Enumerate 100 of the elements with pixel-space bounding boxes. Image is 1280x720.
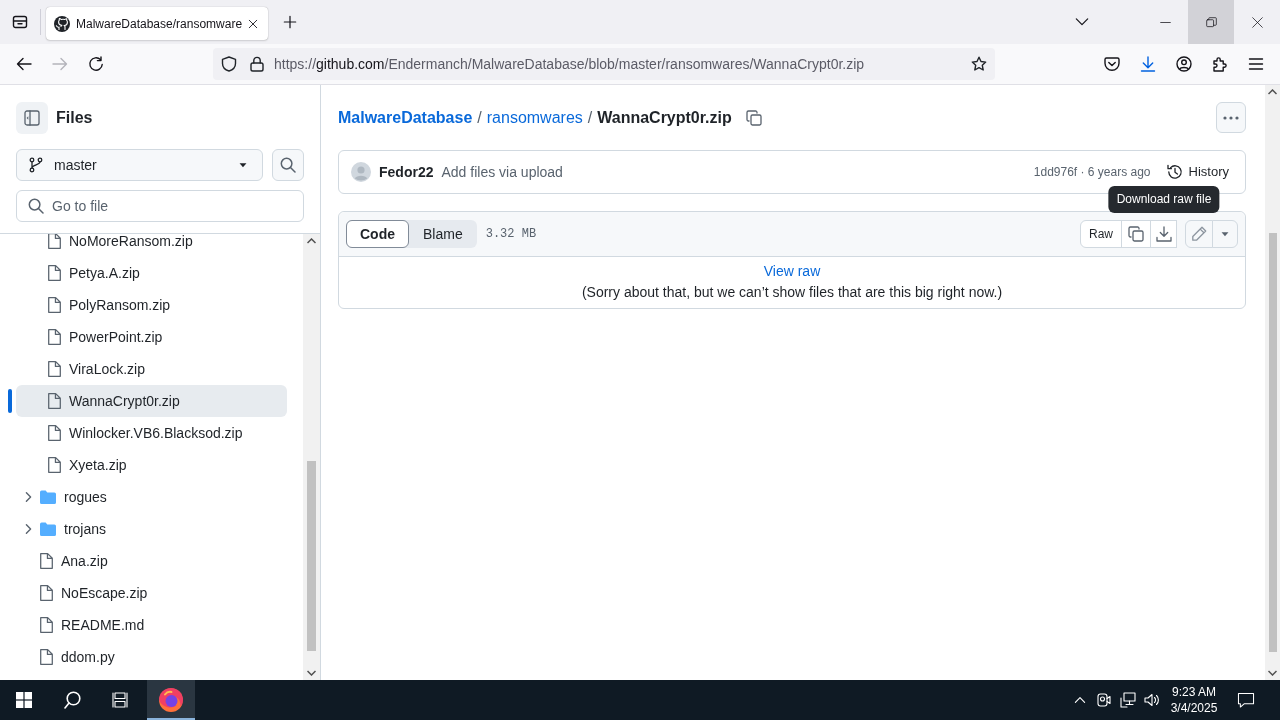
camera-icon bbox=[1096, 692, 1112, 708]
monitor-icon bbox=[1120, 692, 1136, 708]
chevron-up-icon bbox=[1074, 696, 1086, 704]
chevron-icon[interactable] bbox=[24, 523, 32, 535]
browser-taskbar-button[interactable] bbox=[147, 680, 195, 720]
search-icon bbox=[63, 691, 81, 709]
file-item[interactable]: NoEscape.zip bbox=[16, 577, 287, 609]
panel-icon bbox=[24, 110, 40, 126]
file-icon bbox=[40, 649, 53, 665]
history-icon bbox=[1166, 164, 1183, 180]
view-raw-link[interactable]: View raw bbox=[763, 263, 821, 279]
file-filter-field[interactable]: Go to file bbox=[16, 190, 304, 222]
scroll-down-icon[interactable] bbox=[1268, 670, 1277, 676]
file-icon bbox=[48, 425, 61, 441]
active-indicator bbox=[8, 389, 12, 413]
search-button[interactable] bbox=[272, 149, 304, 181]
view-tab[interactable]: Code bbox=[346, 220, 409, 248]
file-icon bbox=[48, 297, 61, 313]
arrow-left-icon bbox=[16, 56, 32, 72]
site-favicon-icon bbox=[54, 15, 70, 32]
lock-icon bbox=[249, 56, 265, 72]
copy-icon bbox=[1128, 226, 1144, 242]
pocket-icon bbox=[1104, 56, 1120, 72]
chevron-icon[interactable] bbox=[24, 491, 32, 503]
shield-icon bbox=[221, 56, 237, 72]
file-icon bbox=[48, 329, 61, 345]
scrollbar[interactable] bbox=[1265, 85, 1280, 680]
kebab-icon bbox=[1223, 115, 1239, 120]
url-text: https://github.com/Endermanch/MalwareDatabase/blob/master/ransomwares/WannaCrypt0r.zip bbox=[274, 54, 866, 74]
current-file-name: WannaCrypt0r.zip bbox=[597, 107, 732, 128]
speech-bubble-icon bbox=[1237, 692, 1255, 708]
file-item[interactable]: ddom.py bbox=[16, 641, 287, 673]
arrow-right-icon bbox=[52, 56, 68, 72]
commit-author[interactable]: Fedor22 bbox=[379, 161, 434, 183]
caret-down-icon bbox=[1220, 231, 1230, 237]
file-item[interactable]: PolyRansom.zip bbox=[16, 289, 287, 321]
browser-tab[interactable]: MalwareDatabase/ransomware bbox=[46, 7, 269, 40]
file-item[interactable]: PowerPoint.zip bbox=[16, 321, 287, 353]
caret-down-icon bbox=[238, 162, 248, 168]
notice-text: (Sorry about that, but we can’t show files that are this big right now.) bbox=[580, 283, 1004, 302]
file-icon bbox=[40, 617, 53, 633]
file-item[interactable]: Winlocker.VB6.Blacksod.zip bbox=[16, 417, 287, 449]
scroll-up-icon[interactable] bbox=[1268, 89, 1277, 95]
close-icon[interactable] bbox=[248, 18, 259, 29]
tooltip: Download raw file bbox=[1108, 186, 1220, 213]
address-bar[interactable]: https://github.com/Endermanch/MalwareDatabase/blob/master/ransomwares/WannaCrypt0r.zip bbox=[213, 48, 995, 80]
plus-icon bbox=[283, 15, 298, 29]
download-icon bbox=[1155, 226, 1172, 242]
clock-date[interactable]: 3/4/2025 bbox=[1170, 700, 1218, 716]
account-icon bbox=[1176, 56, 1192, 72]
commit-info: 1dd976f · 6 years ago bbox=[1033, 164, 1151, 181]
breadcrumb-separator: / bbox=[477, 107, 482, 128]
view-tab[interactable]: Blame bbox=[409, 220, 477, 248]
task-view-icon bbox=[112, 692, 128, 708]
scrollbar-thumb[interactable] bbox=[1268, 233, 1277, 652]
menu-icon bbox=[1248, 56, 1264, 72]
sidebar-title: Files bbox=[56, 108, 93, 128]
folder-icon bbox=[40, 522, 56, 536]
scroll-down-icon[interactable] bbox=[307, 670, 316, 676]
file-icon bbox=[40, 553, 53, 569]
file-item[interactable]: Ana.zip bbox=[16, 545, 287, 577]
file-size: 3.32 MB bbox=[485, 226, 537, 243]
search-icon bbox=[28, 198, 44, 214]
folder-icon bbox=[40, 490, 56, 504]
file-icon bbox=[48, 393, 61, 409]
branch-icon bbox=[28, 157, 44, 173]
speaker-icon bbox=[1144, 692, 1160, 708]
copy-icon bbox=[745, 109, 762, 126]
breadcrumb-link[interactable]: MalwareDatabase bbox=[338, 105, 473, 130]
file-item[interactable]: ViraLock.zip bbox=[16, 353, 287, 385]
clock-time[interactable]: 9:23 AM bbox=[1172, 684, 1216, 700]
raw-button[interactable]: Raw bbox=[1080, 220, 1122, 248]
file-item[interactable]: NoMoreRansom.zip bbox=[16, 234, 287, 257]
history-button[interactable]: History bbox=[1158, 158, 1237, 186]
avatar-icon bbox=[351, 162, 371, 182]
scrollbar-thumb[interactable] bbox=[307, 461, 316, 651]
close-icon bbox=[1251, 16, 1263, 28]
copy-raw-button[interactable] bbox=[1121, 220, 1151, 248]
browser-app-icon bbox=[159, 688, 183, 712]
branch-select[interactable]: master bbox=[16, 149, 263, 181]
file-item[interactable]: Petya.A.zip bbox=[16, 257, 287, 289]
download-icon bbox=[1140, 56, 1156, 72]
scrollbar[interactable] bbox=[303, 234, 320, 680]
file-icon bbox=[48, 361, 61, 377]
file-item[interactable]: WannaCrypt0r.zip bbox=[16, 385, 287, 417]
commit-message[interactable]: Add files via upload bbox=[441, 161, 563, 183]
search-icon bbox=[280, 157, 296, 173]
sidebar-toggle-button[interactable] bbox=[16, 102, 48, 134]
file-icon bbox=[48, 265, 61, 281]
breadcrumb-separator: / bbox=[587, 107, 593, 128]
file-icon bbox=[48, 457, 61, 473]
folder-item[interactable]: trojans bbox=[16, 513, 287, 545]
download-button[interactable] bbox=[1150, 220, 1177, 248]
star-icon[interactable] bbox=[971, 56, 987, 72]
file-item[interactable]: README.md bbox=[16, 609, 287, 641]
folder-item[interactable]: rogues bbox=[16, 481, 287, 513]
scroll-up-icon[interactable] bbox=[307, 238, 316, 244]
file-item[interactable]: Xyeta.zip bbox=[16, 449, 287, 481]
four-squares-icon bbox=[16, 692, 32, 708]
breadcrumb-link[interactable]: ransomwares bbox=[486, 105, 583, 130]
